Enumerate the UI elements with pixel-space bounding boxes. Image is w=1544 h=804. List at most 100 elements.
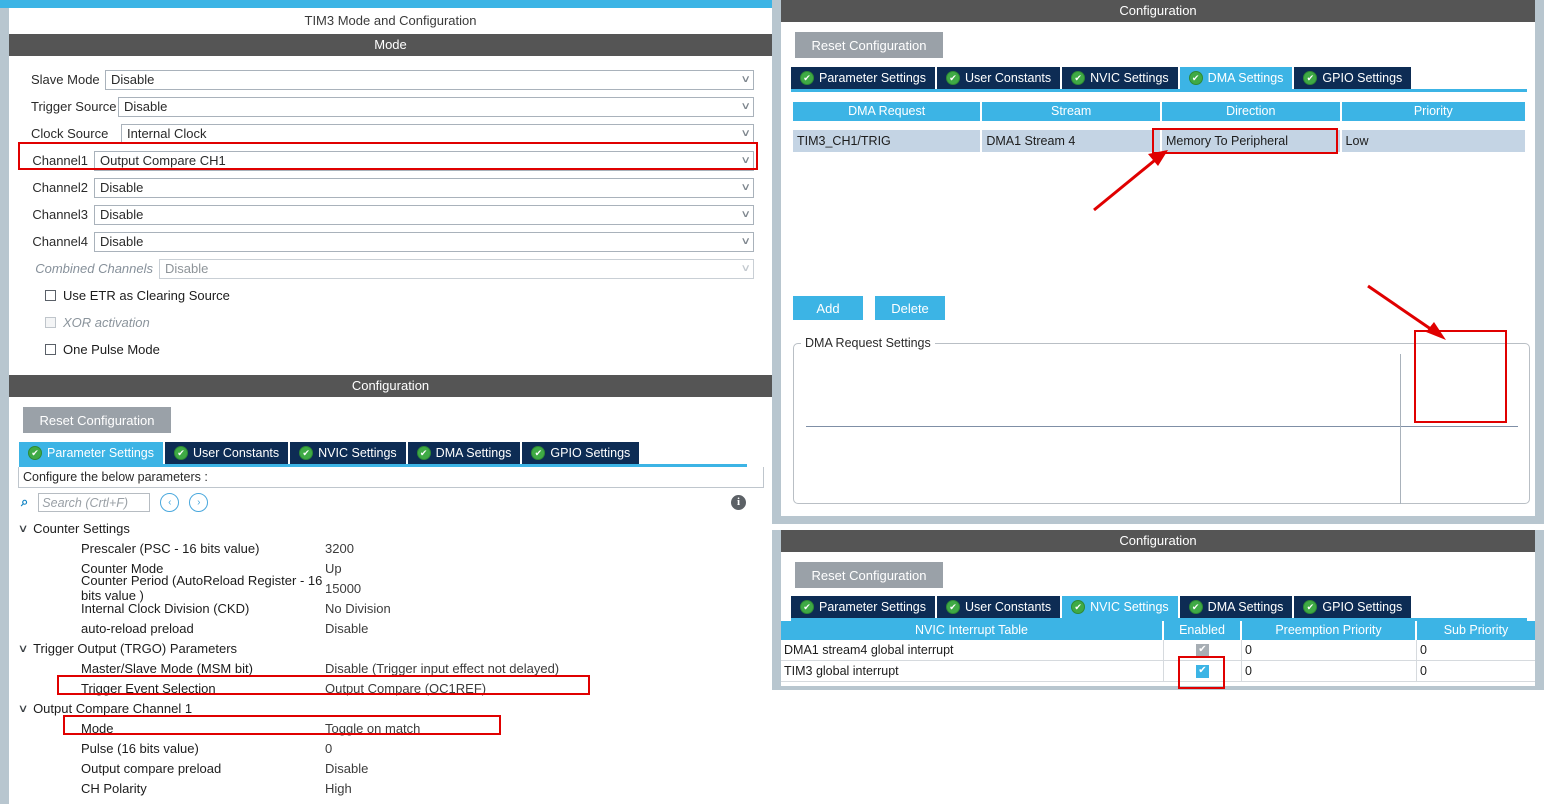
nvic-table-row[interactable]: TIM3 global interrupt ✔ 0 0 xyxy=(781,661,1535,682)
slave-mode-select[interactable]: Disable ∨ xyxy=(105,69,754,90)
column-header-sub-priority[interactable]: Sub Priority xyxy=(1417,621,1535,640)
param-row[interactable]: Master/Slave Mode (MSM bit) Disable (Tri… xyxy=(9,658,772,678)
window-accent-strip xyxy=(0,0,772,8)
info-icon[interactable]: i xyxy=(731,494,746,510)
tab-label: User Constants xyxy=(965,71,1052,85)
dma-reset-configuration-button[interactable]: Reset Configuration xyxy=(795,32,943,58)
param-row[interactable]: Prescaler (PSC - 16 bits value) 3200 xyxy=(9,538,772,558)
enabled-checkbox[interactable]: ✔ xyxy=(1196,664,1209,678)
dma-table-row[interactable]: TIM3_CH1/TRIG DMA1 Stream 4 Memory To Pe… xyxy=(793,130,1525,152)
cell-preemption-priority[interactable]: 0 xyxy=(1242,661,1417,681)
tab-user-constants[interactable]: ✔ User Constants xyxy=(937,596,1061,618)
dma-settings-panel: Configuration Reset Configuration ✔ Para… xyxy=(772,0,1544,524)
cell-enabled[interactable]: ✔ xyxy=(1164,661,1242,681)
param-row[interactable]: CH Polarity High xyxy=(9,778,772,798)
trigger-source-select[interactable]: Disable ∨ xyxy=(118,96,754,117)
cell-sub-priority[interactable]: 0 xyxy=(1417,640,1535,660)
tab-label: GPIO Settings xyxy=(550,446,631,460)
param-value: 0 xyxy=(325,740,333,756)
channel4-select[interactable]: Disable ∨ xyxy=(94,231,754,252)
checkbox-use-etr-as-clearing-source[interactable]: Use ETR as Clearing Source xyxy=(31,282,754,309)
field-channel4: Channel4 Disable ∨ xyxy=(31,228,754,255)
cell-interrupt-name: TIM3 global interrupt xyxy=(781,661,1164,681)
column-header-enabled[interactable]: Enabled xyxy=(1164,621,1242,640)
check-circle-icon: ✔ xyxy=(1303,600,1318,614)
cell-preemption-priority[interactable]: 0 xyxy=(1242,640,1417,660)
check-circle-icon: ✔ xyxy=(174,446,188,460)
tab-dma-settings[interactable]: ✔ DMA Settings xyxy=(1179,596,1293,618)
reset-configuration-button[interactable]: Reset Configuration xyxy=(23,407,171,433)
column-header-dma-request[interactable]: DMA Request xyxy=(793,102,983,121)
search-input[interactable]: Search (Crtl+F) xyxy=(38,492,151,512)
param-name: Master/Slave Mode (MSM bit) xyxy=(81,660,253,676)
tab-dma-settings[interactable]: ✔ DMA Settings xyxy=(407,442,521,464)
nvic-reset-configuration-button[interactable]: Reset Configuration xyxy=(795,562,943,588)
tab-gpio-settings[interactable]: ✔ GPIO Settings xyxy=(522,442,640,464)
cell-sub-priority[interactable]: 0 xyxy=(1417,661,1535,681)
tab-label: User Constants xyxy=(965,600,1052,614)
param-row[interactable]: auto-reload preload Disable xyxy=(9,618,772,638)
tab-gpio-settings[interactable]: ✔ GPIO Settings xyxy=(1294,67,1412,89)
channel1-value: Output Compare CH1 xyxy=(100,153,226,168)
param-row[interactable]: Counter Period (AutoReload Register - 16… xyxy=(9,573,772,603)
add-button[interactable]: Add xyxy=(793,296,863,320)
column-header-direction[interactable]: Direction xyxy=(1161,102,1342,121)
group-output-compare-channel-1[interactable]: ∨ Output Compare Channel 1 xyxy=(9,698,772,718)
clock-source-select[interactable]: Internal Clock ∨ xyxy=(121,123,754,144)
param-row[interactable]: Output compare preload Disable xyxy=(9,758,772,778)
parameter-tree: ∨ Counter Settings Prescaler (PSC - 16 b… xyxy=(9,518,772,798)
cell-enabled[interactable]: ✔ xyxy=(1164,640,1242,660)
checkbox-label: One Pulse Mode xyxy=(63,342,160,357)
search-row: ⌕ Search (Crtl+F) ‹ › i xyxy=(9,488,772,516)
param-row[interactable]: Pulse (16 bits value) 0 xyxy=(9,738,772,758)
tab-parameter-settings[interactable]: ✔ Parameter Settings xyxy=(791,67,935,89)
column-header-nvic-interrupt-table[interactable]: NVIC Interrupt Table xyxy=(781,621,1164,640)
next-match-icon[interactable]: › xyxy=(189,492,209,512)
slave-mode-value: Disable xyxy=(111,72,155,87)
param-value: Disable xyxy=(325,760,369,776)
chevron-down-icon: ∨ xyxy=(740,208,751,220)
checkbox-one-pulse-mode[interactable]: One Pulse Mode xyxy=(31,336,754,363)
configure-note: Configure the below parameters : xyxy=(18,467,764,488)
check-circle-icon: ✔ xyxy=(1188,600,1203,614)
cell-priority: Low xyxy=(1345,134,1369,148)
tab-parameter-settings[interactable]: ✔ Parameter Settings xyxy=(19,442,163,464)
param-row[interactable]: Internal Clock Division (CKD) No Divisio… xyxy=(9,598,772,618)
checkbox-icon[interactable] xyxy=(45,344,56,355)
column-header-priority[interactable]: Priority xyxy=(1341,102,1525,121)
dma-request-settings-group xyxy=(793,343,1530,504)
tab-label: NVIC Settings xyxy=(318,446,397,460)
tab-nvic-settings[interactable]: ✔ NVIC Settings xyxy=(290,442,406,464)
channel3-select[interactable]: Disable ∨ xyxy=(94,204,754,225)
param-row-trigger-event-selection[interactable]: Trigger Event Selection Output Compare (… xyxy=(9,678,772,698)
tab-parameter-settings[interactable]: ✔ Parameter Settings xyxy=(791,596,935,618)
nvic-settings-panel: Configuration Reset Configuration ✔ Para… xyxy=(772,530,1544,690)
group-trigger-output-trgo-parameters[interactable]: ∨ Trigger Output (TRGO) Parameters xyxy=(9,638,772,658)
field-label: Channel1 xyxy=(32,153,88,168)
column-header-stream[interactable]: Stream xyxy=(982,102,1162,121)
peripheral-memory-divider xyxy=(1400,354,1401,504)
tab-user-constants[interactable]: ✔ User Constants xyxy=(165,442,289,464)
param-row-output-compare-mode[interactable]: Mode Toggle on match xyxy=(9,718,772,738)
tab-dma-settings[interactable]: ✔ DMA Settings xyxy=(1179,67,1293,89)
chevron-down-icon: ∨ xyxy=(17,642,29,655)
delete-button[interactable]: Delete xyxy=(875,296,945,320)
group-counter-settings[interactable]: ∨ Counter Settings xyxy=(9,518,772,538)
channel2-select[interactable]: Disable ∨ xyxy=(94,177,754,198)
tab-nvic-settings[interactable]: ✔ NVIC Settings xyxy=(1062,67,1178,89)
checkbox-icon[interactable] xyxy=(45,290,56,301)
check-circle-icon: ✔ xyxy=(416,446,431,460)
channel1-select[interactable]: Output Compare CH1 ∨ xyxy=(94,150,754,171)
channel4-value: Disable xyxy=(100,234,144,249)
tab-user-constants[interactable]: ✔ User Constants xyxy=(937,67,1061,89)
column-header-preemption-priority[interactable]: Preemption Priority xyxy=(1242,621,1417,640)
nvic-table-row[interactable]: DMA1 stream4 global interrupt ✔ 0 0 xyxy=(781,640,1535,661)
mode-form: Slave Mode Disable ∨ Trigger Source Disa… xyxy=(9,56,772,363)
field-channel1: Channel1 Output Compare CH1 ∨ xyxy=(31,147,754,174)
previous-match-icon[interactable]: ‹ xyxy=(160,492,180,512)
tab-gpio-settings[interactable]: ✔ GPIO Settings xyxy=(1294,596,1412,618)
settings-divider xyxy=(806,426,1518,427)
chevron-down-icon: ∨ xyxy=(740,235,751,247)
tab-nvic-settings[interactable]: ✔ NVIC Settings xyxy=(1062,596,1178,618)
cell-direction: Memory To Peripheral xyxy=(1162,130,1342,152)
